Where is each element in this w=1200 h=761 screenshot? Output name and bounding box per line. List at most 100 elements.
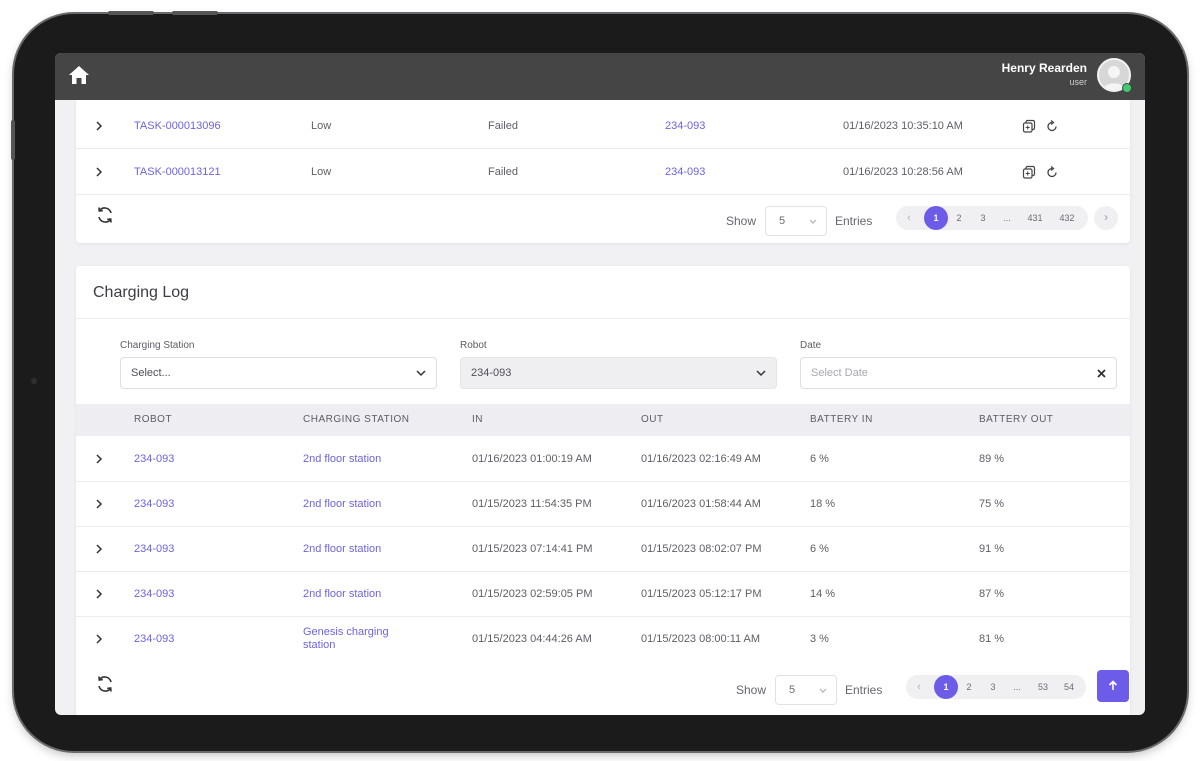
entries-value: 5	[779, 215, 786, 227]
column-header[interactable]: BATTERY OUT	[979, 414, 1053, 425]
battery-out: 91 %	[979, 542, 1005, 555]
charging-log-card: Charging Log Charging Station Select... …	[76, 266, 1130, 715]
task-status: Failed	[488, 165, 518, 178]
out-time: 01/15/2023 08:00:11 AM	[641, 632, 761, 645]
battery-out: 89 %	[979, 452, 1005, 465]
page-button[interactable]: 3	[984, 675, 1002, 699]
station-select[interactable]: Select...	[120, 357, 437, 389]
close-icon[interactable]	[1097, 369, 1106, 378]
robot-link[interactable]: 234-093	[134, 633, 174, 645]
task-id-link[interactable]: TASK-000013121	[134, 166, 221, 178]
page-button[interactable]: 2	[960, 675, 978, 699]
refresh-icon[interactable]	[95, 674, 115, 694]
battery-in: 6 %	[810, 452, 829, 465]
station-link[interactable]: 2nd floor station	[303, 588, 381, 600]
chevron-right-icon[interactable]	[94, 453, 104, 464]
table-row[interactable]: 234-093 2nd floor station 01/16/2023 01:…	[76, 436, 1130, 482]
battery-in: 18 %	[810, 497, 836, 510]
entries-label: Entries	[845, 683, 883, 697]
pagination: ‹ 1 2 3 ... 53 54	[906, 675, 1086, 699]
station-link[interactable]: Genesis charging station	[303, 626, 389, 652]
robot-link[interactable]: 234-093	[665, 166, 705, 178]
page-button[interactable]: 431	[1022, 206, 1048, 230]
battery-in: 6 %	[810, 542, 829, 555]
robot-select[interactable]: 234-093	[460, 357, 777, 389]
table-row[interactable]: 234-093 2nd floor station 01/15/2023 02:…	[76, 571, 1130, 617]
task-time: 01/16/2023 10:28:56 AM	[843, 165, 963, 178]
entries-select[interactable]: 5	[775, 675, 837, 705]
task-priority: Low	[311, 165, 332, 178]
retry-icon[interactable]	[1045, 119, 1059, 133]
robot-filter-label: Robot	[460, 340, 487, 351]
table-row[interactable]: TASK-000013121 Low Failed 234-093 01/16/…	[76, 149, 1130, 195]
user-role: user	[1069, 77, 1087, 87]
page-button[interactable]: 1	[934, 675, 958, 699]
top-bar: Henry Rearden user	[55, 53, 1145, 100]
robot-link[interactable]: 234-093	[134, 588, 174, 600]
column-header[interactable]: CHARGING STATION	[303, 414, 410, 425]
page-button[interactable]: 1	[924, 206, 948, 230]
entries-select[interactable]: 5	[765, 206, 827, 236]
chevron-right-icon[interactable]	[94, 588, 104, 599]
chevron-down-icon	[756, 370, 766, 377]
column-header[interactable]: BATTERY IN	[810, 414, 873, 425]
task-time: 01/16/2023 10:35:10 AM	[843, 119, 963, 132]
card-title: Charging Log	[93, 284, 190, 301]
page-ellipsis: ...	[1013, 682, 1021, 692]
chevron-right-icon[interactable]	[94, 120, 104, 131]
column-header[interactable]: OUT	[641, 414, 664, 425]
prev-page-button[interactable]: ‹	[910, 675, 928, 699]
prev-page-button[interactable]: ‹	[900, 206, 918, 230]
date-input[interactable]: Select Date	[800, 357, 1117, 389]
robot-link[interactable]: 234-093	[665, 120, 705, 132]
chevron-right-icon[interactable]	[94, 498, 104, 509]
out-time: 01/15/2023 05:12:17 PM	[641, 587, 762, 600]
in-time: 01/15/2023 07:14:41 PM	[472, 542, 593, 555]
column-header[interactable]: ROBOT	[134, 414, 172, 425]
power-button	[172, 11, 218, 15]
robot-link[interactable]: 234-093	[134, 543, 174, 555]
date-filter-label: Date	[800, 340, 822, 351]
scroll-to-top-button[interactable]	[1097, 670, 1129, 702]
robot-link[interactable]: 234-093	[134, 498, 174, 510]
page-button[interactable]: 432	[1054, 206, 1080, 230]
in-time: 01/16/2023 01:00:19 AM	[472, 452, 592, 465]
app-screen: Henry Rearden user TASK-000013096 Low Fa…	[55, 53, 1145, 715]
battery-out: 75 %	[979, 497, 1005, 510]
divider	[76, 318, 1130, 319]
chevron-right-icon[interactable]	[94, 633, 104, 644]
online-status-dot	[1122, 83, 1132, 93]
chevron-right-icon[interactable]	[94, 166, 104, 177]
refresh-icon[interactable]	[95, 205, 115, 225]
table-row[interactable]: TASK-000013096 Low Failed 234-093 01/16/…	[76, 103, 1130, 149]
retry-icon[interactable]	[1045, 165, 1059, 179]
page-button[interactable]: 53	[1032, 675, 1054, 699]
station-link[interactable]: 2nd floor station	[303, 498, 381, 510]
task-id-link[interactable]: TASK-000013096	[134, 120, 221, 132]
chevron-right-icon[interactable]	[94, 543, 104, 554]
robot-select-value: 234-093	[471, 367, 512, 379]
column-header[interactable]: IN	[472, 414, 483, 425]
station-link[interactable]: 2nd floor station	[303, 453, 381, 465]
camera	[31, 378, 37, 384]
station-link[interactable]: 2nd floor station	[303, 543, 381, 555]
station-select-value: Select...	[131, 367, 171, 379]
task-status: Failed	[488, 119, 518, 132]
next-page-button[interactable]: ›	[1094, 206, 1118, 230]
robot-link[interactable]: 234-093	[134, 453, 174, 465]
table-header: ROBOT CHARGING STATION IN OUT BATTERY IN…	[76, 404, 1130, 436]
page-button[interactable]: 2	[950, 206, 968, 230]
page-button[interactable]: 3	[974, 206, 992, 230]
chevron-down-icon	[416, 370, 426, 377]
chevron-down-icon	[809, 219, 817, 224]
show-label: Show	[736, 683, 767, 697]
table-row[interactable]: 234-093 2nd floor station 01/15/2023 11:…	[76, 481, 1130, 527]
table-row[interactable]: 234-093 2nd floor station 01/15/2023 07:…	[76, 526, 1130, 572]
table-row[interactable]: 234-093 Genesis charging station 01/15/20…	[76, 616, 1130, 661]
home-icon[interactable]	[67, 64, 91, 86]
side-button	[11, 120, 15, 160]
page-button[interactable]: 54	[1058, 675, 1080, 699]
copy-icon[interactable]	[1022, 119, 1036, 133]
entries-value: 5	[789, 684, 796, 696]
copy-icon[interactable]	[1022, 165, 1036, 179]
